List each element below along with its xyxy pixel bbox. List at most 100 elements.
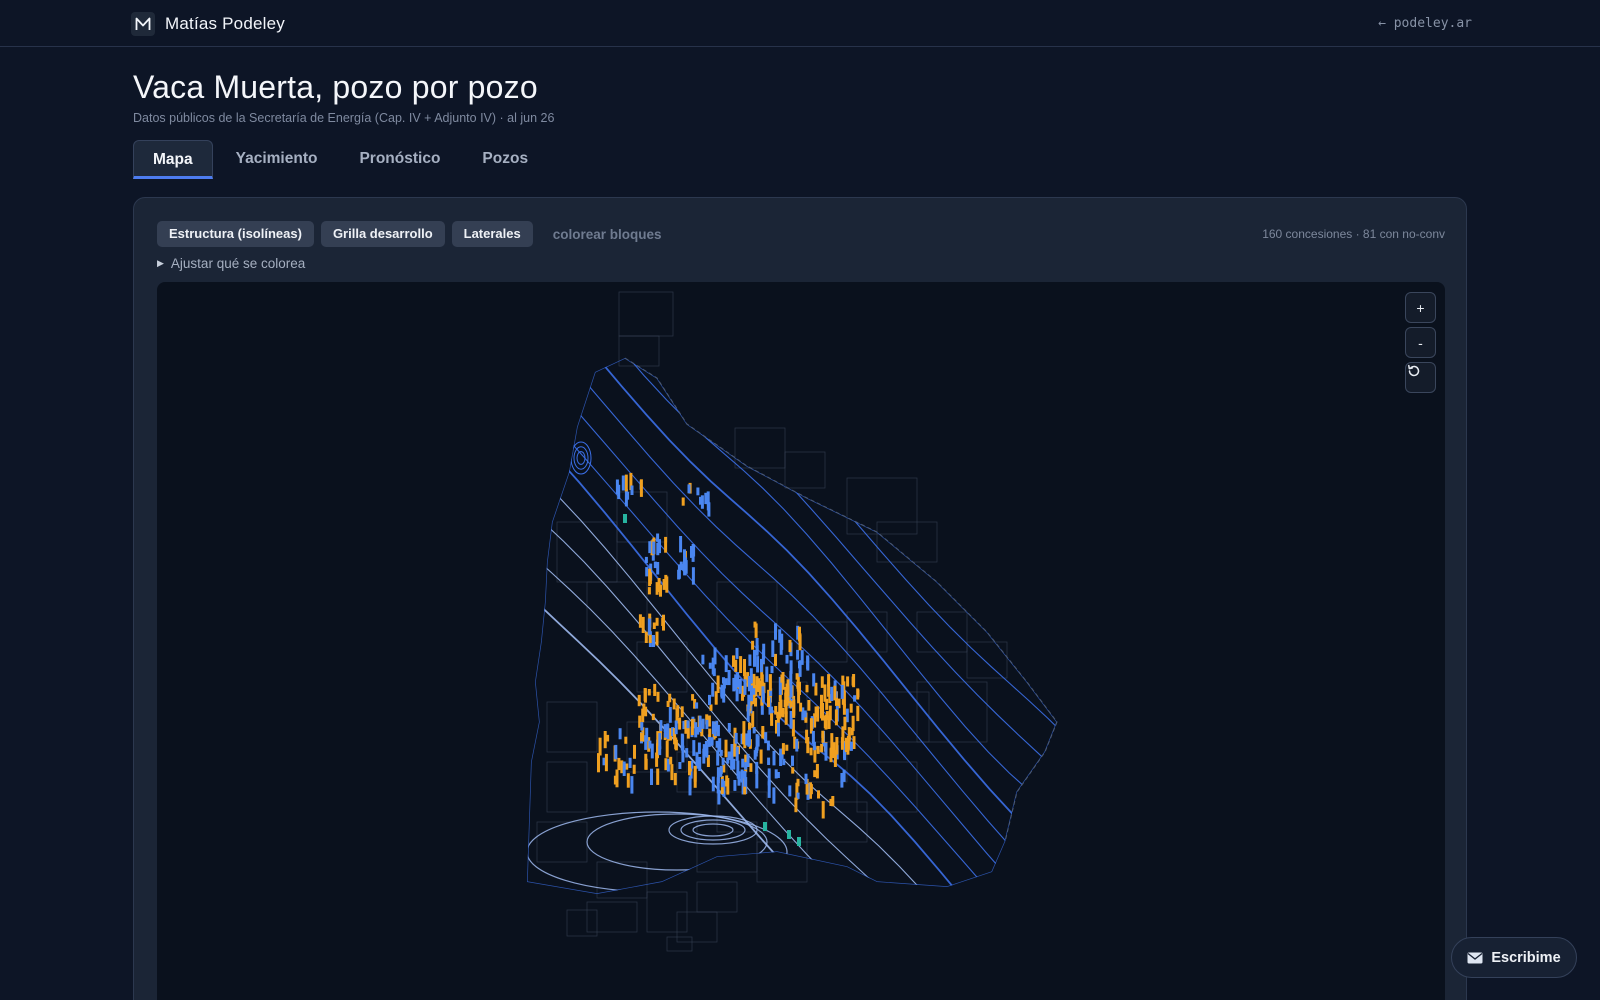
adjust-coloring-toggle[interactable]: ▶ Ajustar qué se colorea [157,256,305,271]
page-subtitle: Datos públicos de la Secretaría de Energ… [133,111,555,125]
well-lateral [841,675,845,686]
well-lateral [656,768,660,785]
well-lateral [835,737,839,755]
contact-button[interactable]: Escribime [1451,937,1577,978]
well-lateral [676,705,680,718]
well-lateral [686,720,690,729]
well-lateral [778,701,782,719]
disclosure-triangle-icon: ▶ [157,258,164,268]
well-lateral [687,484,691,494]
well-lateral [807,700,811,711]
well-lateral [796,778,800,787]
well-lateral [725,775,729,787]
well-lateral [774,769,778,779]
isoline [690,358,1057,757]
well-lateral [715,740,719,748]
well-lateral [704,492,708,505]
layer-chip-laterales[interactable]: Laterales [451,221,533,247]
well-lateral [655,617,659,626]
well-lateral [767,757,771,765]
well-lateral [670,764,674,781]
brand[interactable]: Matías Podeley [131,12,285,36]
contact-label: Escribime [1491,949,1561,966]
concession-block [734,427,786,469]
well-lateral [820,676,824,688]
well-lateral [690,718,694,736]
well-lateral [761,686,765,697]
well-lateral [628,757,632,768]
tab-yacimiento[interactable]: Yacimiento [217,140,337,179]
well-lateral [778,695,782,702]
well-lateral [720,684,724,699]
tab-pozos[interactable]: Pozos [463,140,547,179]
layer-chip-grilla[interactable]: Grilla desarrollo [320,221,445,247]
well-lateral [749,763,753,772]
well-lateral [695,702,699,709]
well-lateral [708,728,712,737]
well-lateral [756,656,760,673]
concession-block [546,761,588,813]
map-canvas[interactable]: + - [157,282,1445,1000]
well-lateral [656,533,660,542]
well-lateral [852,736,856,749]
well-lateral [692,740,696,756]
brand-name: Matías Podeley [165,14,285,33]
well-lateral [656,691,660,702]
reset-view-button[interactable] [1405,362,1436,393]
well-lateral [630,776,634,794]
well-lateral [817,790,820,799]
well-lateral [824,744,828,753]
well-lateral [718,738,722,752]
well-lateral [597,753,600,765]
isoline [782,358,1057,698]
well-lateral [702,748,706,764]
well-lateral [653,561,657,569]
well-lateral [727,670,731,686]
well-lateral [708,662,712,669]
well-lateral [764,732,768,744]
isoline [868,358,1057,599]
well-lateral [813,770,817,778]
well-lateral [823,715,827,729]
concession-block [846,477,918,535]
well-lateral [719,765,723,774]
basin-map[interactable] [157,282,1445,1000]
well-lateral [789,684,793,698]
concession-count: 160 concesiones · 81 con no-conv [1262,227,1445,241]
well-lateral [674,739,678,751]
well-lateral [846,676,850,687]
well-lateral [677,569,681,580]
well-lateral [735,746,739,761]
back-link[interactable]: ← podeley.ar [1378,16,1472,31]
well-lateral [747,730,751,747]
well-lateral [697,742,701,754]
well-lateral [640,732,644,742]
well-lateral [724,655,728,673]
well-lateral [743,659,746,677]
tab-mapa[interactable]: Mapa [133,140,213,179]
well-lateral [656,543,660,556]
well-lateral [638,614,642,628]
well-lateral [733,780,737,791]
color-blocks-toggle[interactable]: colorear bloques [553,227,662,242]
well-lateral [665,740,669,758]
isoline [797,358,1057,685]
zoom-out-button[interactable]: - [1405,327,1436,358]
well-lateral [772,787,776,804]
well-lateral [672,698,676,710]
well-lateral [834,709,838,726]
well-lateral [785,654,789,664]
well-lateral [755,770,759,789]
well-lateral [735,647,739,659]
well-lateral [680,706,684,718]
layer-chip-estructura[interactable]: Estructura (isolíneas) [157,221,314,247]
zoom-in-button[interactable]: + [1405,292,1436,323]
well-lateral [777,722,780,737]
well-lateral [626,491,630,500]
concession-block [546,701,598,753]
tab-pronostico[interactable]: Pronóstico [340,140,459,179]
layer-toolbar: Estructura (isolíneas) Grilla desarrollo… [157,221,662,247]
well-lateral [637,694,641,707]
well-lateral [804,773,808,785]
concession-block [586,581,648,633]
